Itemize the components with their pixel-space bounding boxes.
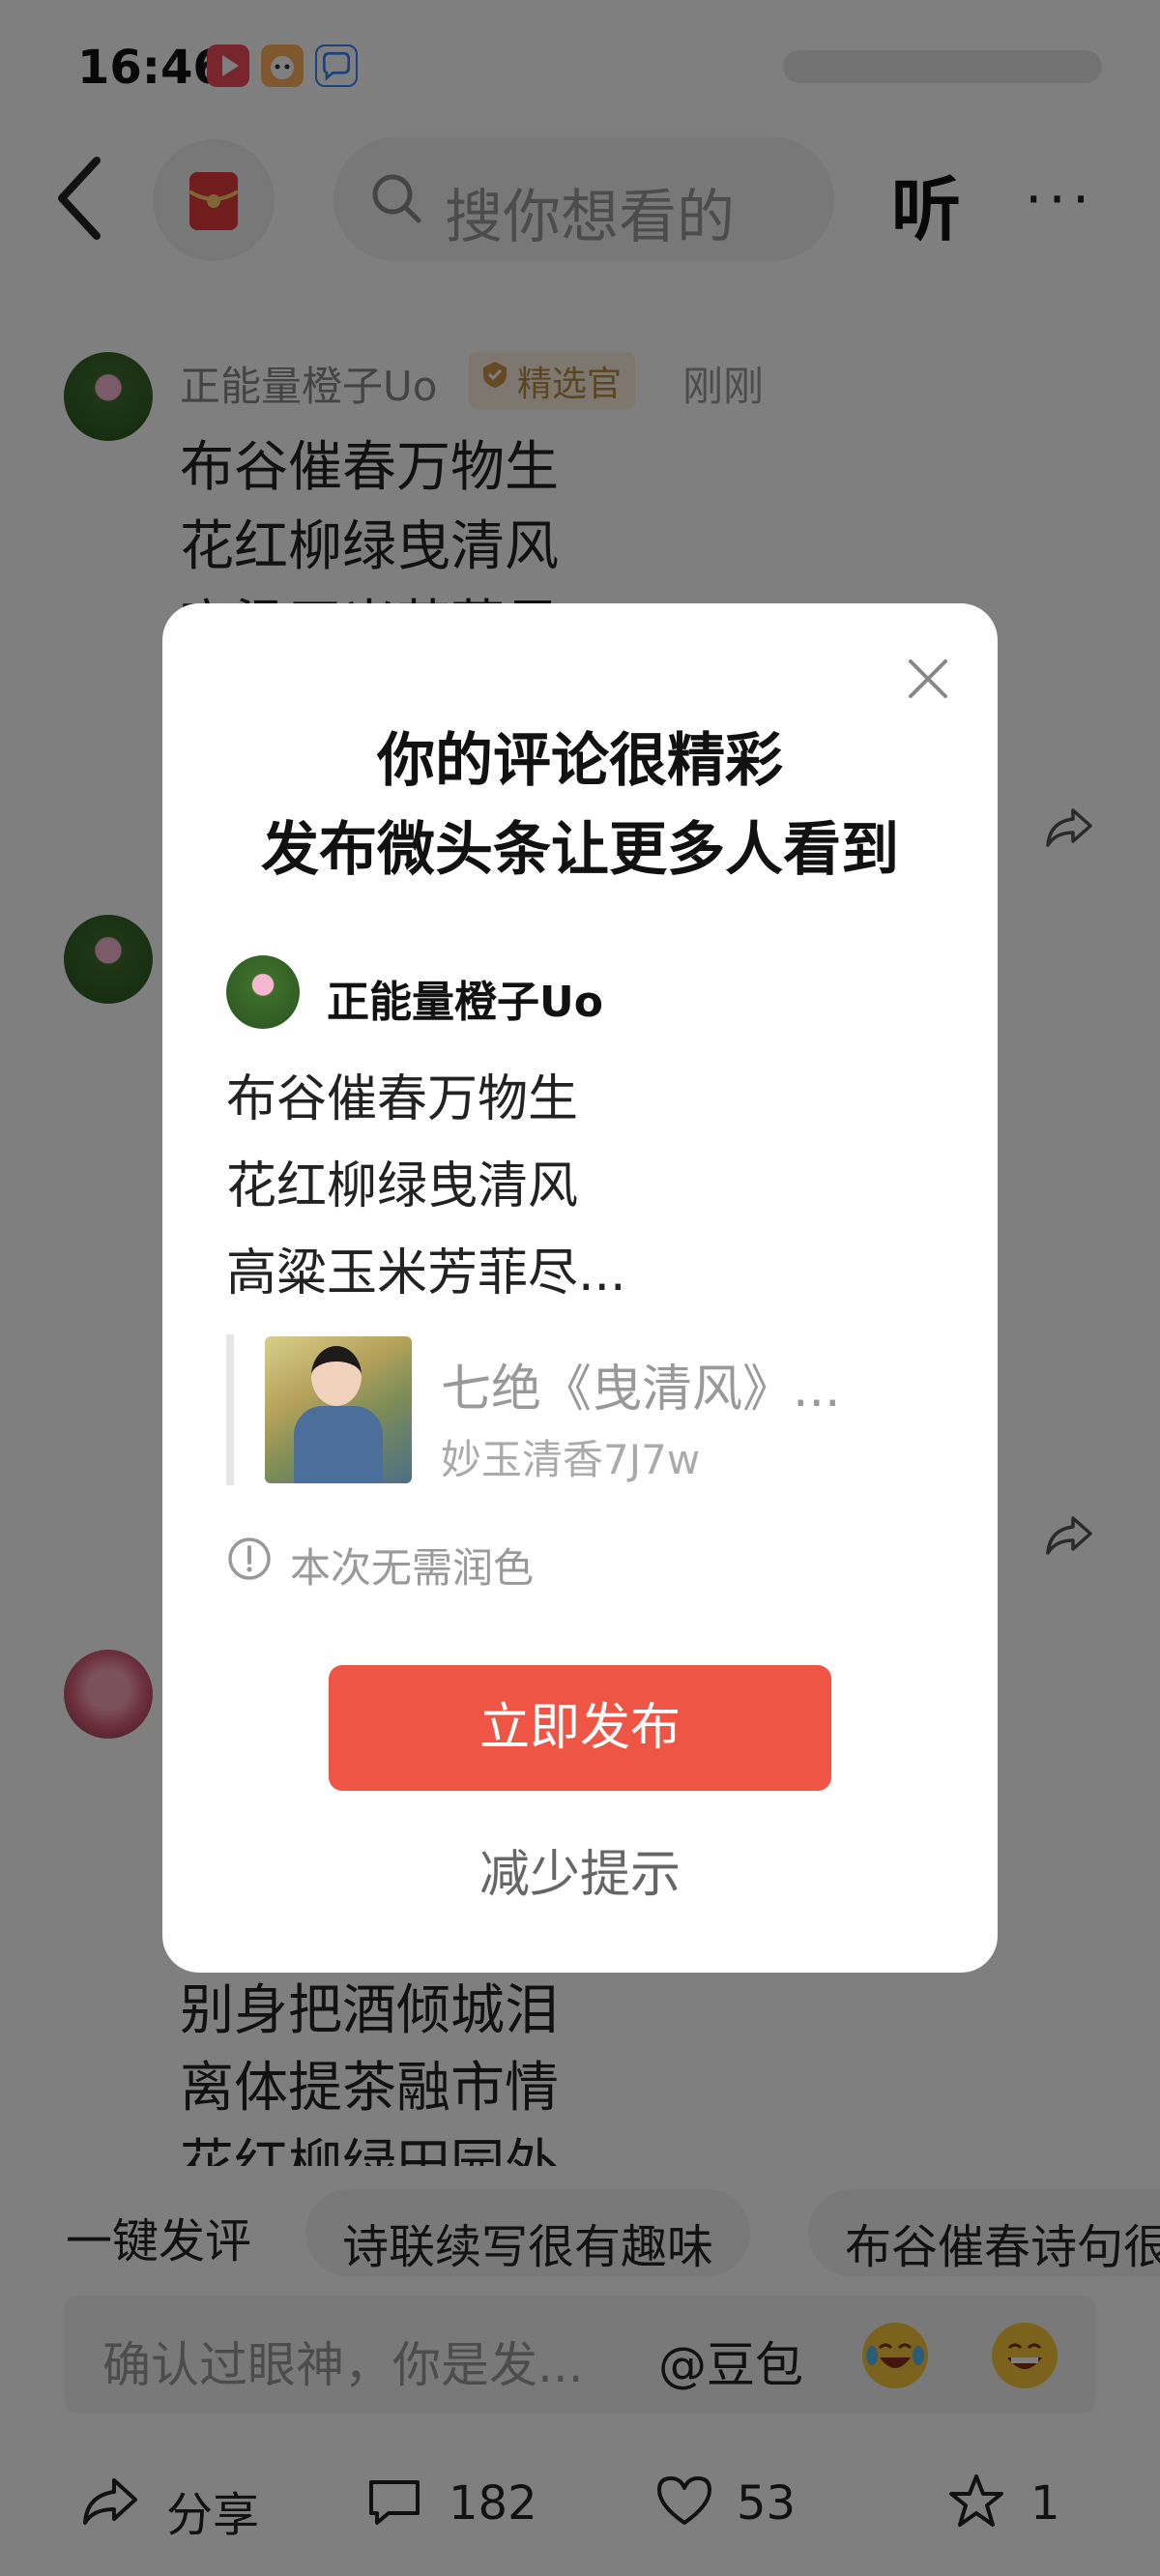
quoted-post-author: 妙玉清香7J7w	[441, 1436, 701, 1483]
publish-button[interactable]: 立即发布	[329, 1665, 831, 1791]
dialog-title: 你的评论很精彩	[377, 727, 783, 795]
dialog-subtitle: 发布微头条让更多人看到	[261, 816, 899, 884]
dialog-author: 正能量橙子Uo	[327, 978, 603, 1027]
publish-dialog: 你的评论很精彩 发布微头条让更多人看到 正能量橙子Uo 布谷催春万物生 花红柳绿…	[162, 603, 998, 1973]
dialog-line: 高粱玉米芳菲尽...	[226, 1244, 626, 1303]
close-icon[interactable]	[901, 652, 955, 706]
info-icon	[228, 1537, 271, 1580]
quoted-post-title: 七绝《曳清风》...	[441, 1361, 841, 1419]
quoted-post: 七绝《曳清风》... 妙玉清香7J7w	[226, 1334, 922, 1485]
reduce-prompts-button[interactable]: 减少提示	[162, 1833, 998, 1906]
dialog-line: 花红柳绿曳清风	[226, 1157, 579, 1215]
polish-note: 本次无需润色	[290, 1544, 535, 1592]
dialog-line: 布谷催春万物生	[226, 1070, 579, 1128]
avatar	[226, 955, 300, 1029]
quoted-post-thumbnail	[265, 1336, 412, 1483]
